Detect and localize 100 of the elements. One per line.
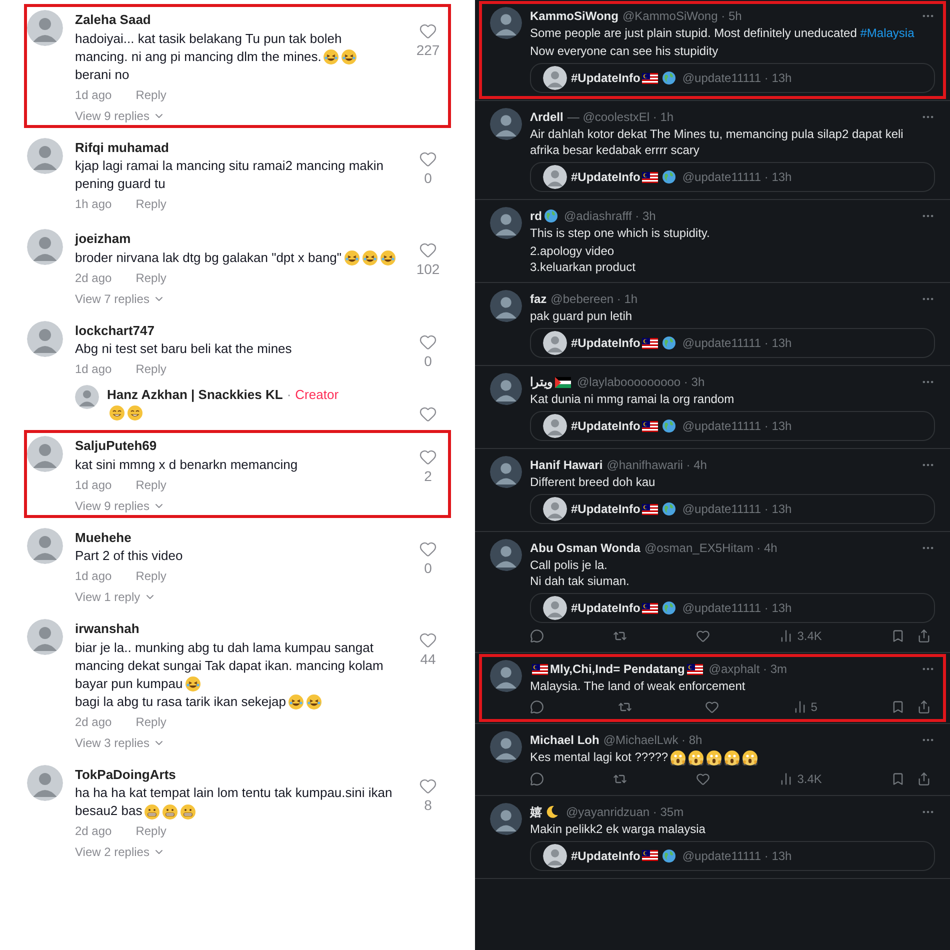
- flag-icon: [642, 504, 658, 514]
- reply-icon[interactable]: [530, 700, 544, 714]
- comment-time: 1d ago: [75, 86, 112, 104]
- creator-label: Creator: [295, 386, 339, 404]
- display-name[interactable]: rd: [530, 207, 542, 225]
- heart-icon[interactable]: [419, 631, 437, 649]
- quoted-post[interactable]: #UpdateInfo @update11111 · 13h: [530, 593, 935, 623]
- handle-and-time: @osman_EX5Hitam · 4h: [644, 540, 778, 557]
- heart-icon[interactable]: [419, 241, 437, 259]
- display-name: #UpdateInfo: [571, 501, 640, 518]
- repost-icon[interactable]: [618, 700, 632, 714]
- heart-icon[interactable]: [419, 405, 437, 423]
- heart-icon[interactable]: [419, 150, 437, 168]
- reply-icon[interactable]: [530, 772, 544, 786]
- tweet-text: Call polis je la. Ni dah tak siuman.: [530, 557, 630, 589]
- flag-icon: [642, 420, 658, 432]
- bookmark-icon[interactable]: [891, 772, 905, 786]
- bookmark-icon[interactable]: [891, 629, 905, 643]
- quoted-post[interactable]: #UpdateInfo @update11111 · 13h: [530, 494, 935, 524]
- grimacing-emoji-icon: [180, 804, 196, 820]
- share-icon[interactable]: [917, 700, 931, 714]
- tweet-text: Air dahlah kotor dekat The Mines tu, memancing pula silap2 dapat keli afrika besar kedabak errrr scary: [530, 126, 904, 158]
- username[interactable]: Muehehe: [75, 528, 396, 547]
- share-icon[interactable]: [917, 772, 931, 786]
- globe-icon: [662, 336, 676, 350]
- laughing-emoji-icon: [184, 676, 201, 692]
- avatar-icon: [543, 844, 567, 868]
- flag-icon: [642, 602, 658, 614]
- laughing-emoji-icon: [380, 250, 396, 266]
- quoted-post[interactable]: #UpdateInfo @update11111 · 13h: [530, 328, 935, 358]
- avatar-icon: [543, 165, 567, 189]
- avatar-icon: [543, 414, 567, 438]
- heart-icon[interactable]: [419, 448, 437, 466]
- display-name[interactable]: ويترا: [530, 373, 553, 391]
- heart-icon[interactable]: [419, 332, 437, 350]
- laughing-emoji-icon: [306, 694, 322, 710]
- grimacing-emoji-icon: [162, 804, 178, 820]
- tweet-text: This is step one which is stupidity.: [530, 225, 711, 241]
- share-icon[interactable]: [917, 629, 931, 643]
- avatar-icon: [543, 66, 567, 90]
- heart-icon[interactable]: [419, 540, 437, 558]
- tweet-text: pak guard pun letih: [530, 308, 634, 324]
- avatar-icon: [490, 373, 522, 405]
- views-icon[interactable]: [792, 700, 807, 714]
- username[interactable]: joeizham: [75, 229, 396, 248]
- bookmark-icon[interactable]: [891, 700, 905, 714]
- quoted-post[interactable]: #UpdateInfo @update11111 · 13h: [530, 162, 935, 192]
- heart-icon[interactable]: [419, 22, 437, 40]
- laughing-emoji-icon: [344, 250, 360, 266]
- display-name: #UpdateInfo: [571, 335, 640, 352]
- avatar-icon: [27, 436, 63, 472]
- display-name[interactable]: faz: [530, 290, 547, 308]
- views-icon[interactable]: [779, 629, 794, 643]
- repost-icon[interactable]: [613, 629, 628, 643]
- handle-and-time: @yayanridzuan · 35m: [566, 804, 684, 821]
- heart-icon[interactable]: [696, 629, 710, 643]
- like-count: 227: [416, 41, 440, 60]
- display-name[interactable]: KammoSiWong: [530, 7, 618, 25]
- screaming-emoji-icon: [742, 750, 758, 766]
- display-name[interactable]: Michael Loh: [530, 731, 600, 749]
- display-name[interactable]: 嬉: [530, 802, 542, 821]
- heart-icon[interactable]: [705, 700, 720, 714]
- screaming-emoji-icon: [706, 750, 722, 766]
- display-name: #UpdateInfo: [571, 848, 640, 865]
- avatar-icon: [490, 456, 522, 488]
- username[interactable]: Zaleha Saad: [75, 10, 396, 30]
- username[interactable]: SaljuPuteh69: [75, 436, 396, 456]
- avatar-icon: [490, 802, 522, 835]
- avatar-icon: [490, 539, 522, 571]
- quoted-post[interactable]: #UpdateInfo @update11111 · 13h: [530, 840, 935, 871]
- hashtag-link[interactable]: #Malaysia: [860, 26, 914, 40]
- quoted-post[interactable]: #UpdateInfo @update11111 · 13h: [530, 63, 935, 93]
- view-count: 3.4K: [797, 628, 822, 645]
- comment-time: 2d ago: [75, 270, 112, 286]
- heart-icon[interactable]: [696, 772, 710, 786]
- comment-text: Part 2 of this video: [75, 547, 184, 565]
- avatar-icon: [490, 108, 522, 140]
- grimacing-emoji-icon: [144, 804, 160, 820]
- handle-and-time: @bebereen · 1h: [550, 291, 638, 308]
- display-name[interactable]: Λrdell: [530, 108, 564, 126]
- heart-icon[interactable]: [419, 776, 437, 794]
- username[interactable]: Rifqi muhamad: [75, 138, 396, 157]
- avatar-icon: [27, 229, 63, 265]
- display-name[interactable]: Hanif Hawari: [530, 456, 603, 474]
- username[interactable]: Hanz Azkhan | Snackkies KL: [107, 385, 283, 404]
- username[interactable]: irwanshah: [75, 619, 396, 638]
- avatar-icon: [27, 764, 63, 800]
- username[interactable]: lockchart747: [75, 320, 396, 340]
- handle-and-time: @adiashrafff · 3h: [564, 208, 656, 225]
- flag-icon: [642, 850, 658, 862]
- like-count: 0: [424, 168, 432, 188]
- views-icon[interactable]: [779, 772, 794, 786]
- display-name[interactable]: Mly,Chi,Ind= Pendatang: [550, 660, 685, 678]
- quoted-post[interactable]: #UpdateInfo @update11111 · 13h: [530, 411, 935, 441]
- avatar-icon: [27, 138, 63, 174]
- display-name[interactable]: Abu Osman Wonda: [530, 539, 640, 557]
- laughing-emoji-icon: [288, 694, 304, 710]
- handle-and-time: @update11111 · 13h: [682, 848, 792, 865]
- username[interactable]: TokPaDoingArts: [75, 764, 396, 784]
- reply-icon[interactable]: [530, 629, 544, 643]
